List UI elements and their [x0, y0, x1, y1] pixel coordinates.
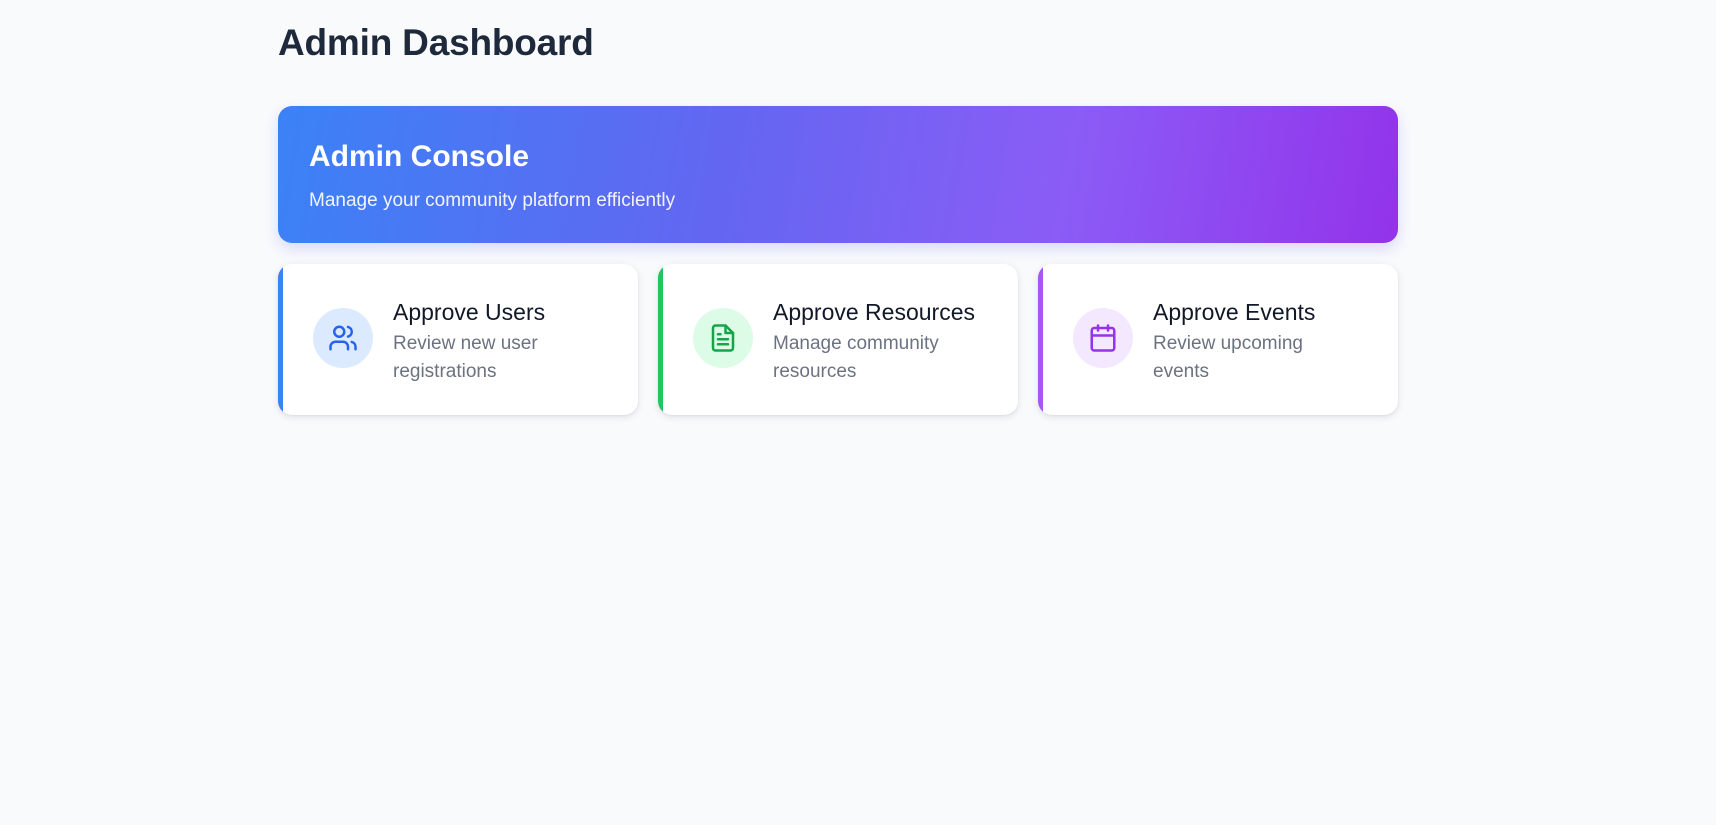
document-icon [693, 308, 753, 368]
calendar-icon [1073, 308, 1133, 368]
card-title: Approve Resources [773, 299, 975, 325]
banner-subtitle: Manage your community platform efficient… [309, 190, 676, 211]
card-description: Review upcoming events [1153, 333, 1303, 382]
approve-resources-card[interactable]: Approve Resources Manage community resou… [658, 264, 1018, 415]
approve-users-card[interactable]: Approve Users Review new user registrati… [278, 264, 638, 415]
card-description: Manage community resources [773, 333, 939, 382]
page-title: Admin Dashboard [278, 22, 594, 63]
admin-console-banner: Admin Console Manage your community plat… [278, 106, 1398, 243]
approve-events-card[interactable]: Approve Events Review upcoming events [1038, 264, 1398, 415]
users-icon [313, 308, 373, 368]
card-text: Approve Resources Manage community resou… [773, 297, 975, 386]
card-description: Review new user registrations [393, 333, 538, 382]
card-title: Approve Users [393, 299, 546, 325]
card-text: Approve Events Review upcoming events [1153, 297, 1333, 386]
action-cards: Approve Users Review new user registrati… [278, 264, 1398, 416]
banner-title: Admin Console [309, 140, 530, 173]
card-title: Approve Events [1153, 299, 1316, 325]
card-text: Approve Users Review new user registrati… [393, 297, 573, 386]
